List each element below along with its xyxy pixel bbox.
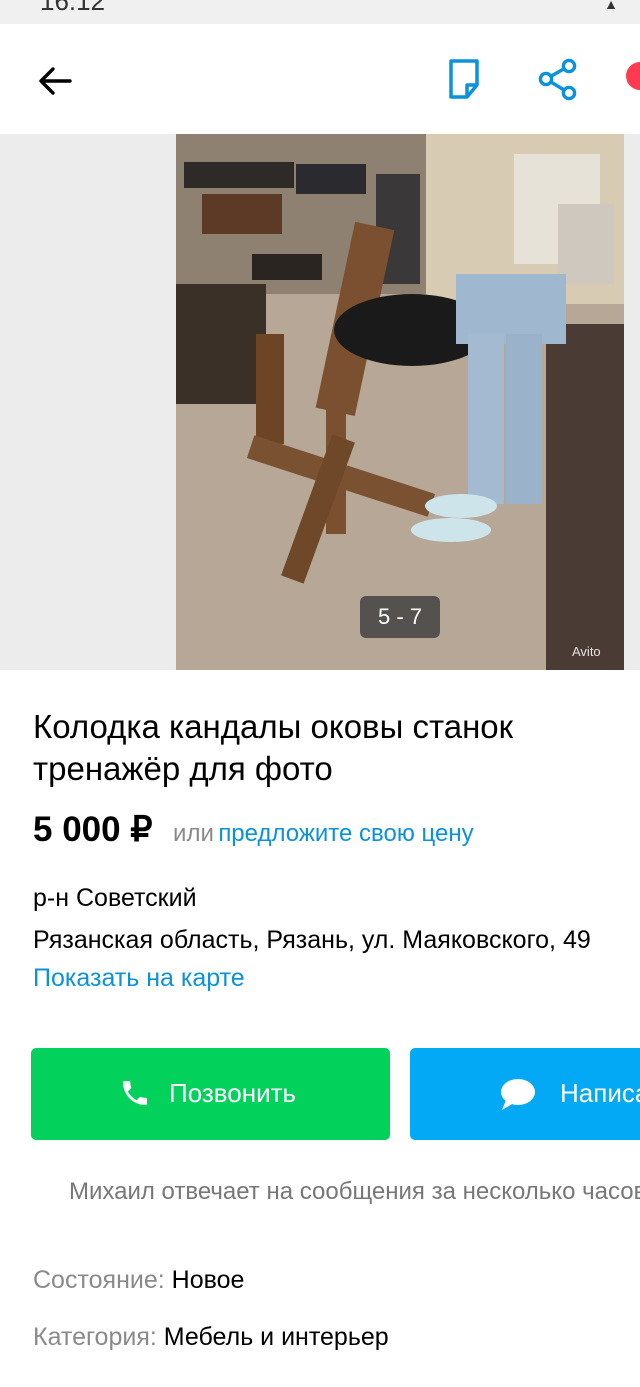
param-label: Состояние: (33, 1266, 165, 1294)
status-icon: ▲ (604, 0, 618, 12)
photo-gallery[interactable]: 5 - 7 Avito (0, 134, 640, 670)
call-button[interactable]: Позвонить (31, 1048, 390, 1140)
share-icon (538, 58, 577, 101)
address: Рязанская область, Рязань, ул. Маяковско… (33, 926, 591, 954)
show-on-map-link[interactable]: Показать на карте (33, 964, 245, 993)
share-button[interactable] (536, 56, 580, 102)
listing-title: Колодка кандалы оковы станок тренажёр дл… (33, 708, 514, 787)
param-value: Мебель и интерьер (163, 1323, 389, 1351)
param-value: Новое (171, 1266, 245, 1294)
photo-counter: 5 - 7 (360, 596, 440, 638)
chat-bubble-icon (500, 1077, 536, 1116)
call-label: Позвонить (169, 1078, 297, 1108)
top-bar (0, 24, 640, 135)
price-or: или (173, 820, 214, 847)
param-condition: Состояние: Новое (33, 1266, 244, 1295)
param-category: Категория: Мебель и интерьер (33, 1323, 389, 1352)
price-row: 5 000 ₽ или предложите свою цену (33, 810, 474, 850)
seller-reply-note: Михаил отвечает на сообщения за нескольк… (69, 1178, 640, 1205)
note-button[interactable] (444, 56, 484, 102)
write-button[interactable]: Написать (410, 1048, 640, 1140)
listing-photo[interactable] (176, 134, 624, 670)
param-label: Категория: (33, 1323, 157, 1351)
photo-illustration (176, 134, 624, 670)
status-time: 16:12 (40, 0, 106, 16)
avito-watermark: Avito (572, 644, 601, 659)
offer-price-link[interactable]: предложите свою цену (218, 820, 473, 847)
back-button[interactable] (34, 60, 76, 102)
status-bar: 16:12 ▲ (0, 0, 640, 24)
phone-icon (119, 1077, 151, 1114)
price: 5 000 ₽ (33, 810, 153, 849)
write-label: Написать (560, 1078, 640, 1108)
district: р-н Советский (33, 884, 197, 912)
note-icon (449, 59, 479, 99)
favorite-icon[interactable] (626, 62, 640, 90)
back-arrow-icon (39, 67, 72, 95)
